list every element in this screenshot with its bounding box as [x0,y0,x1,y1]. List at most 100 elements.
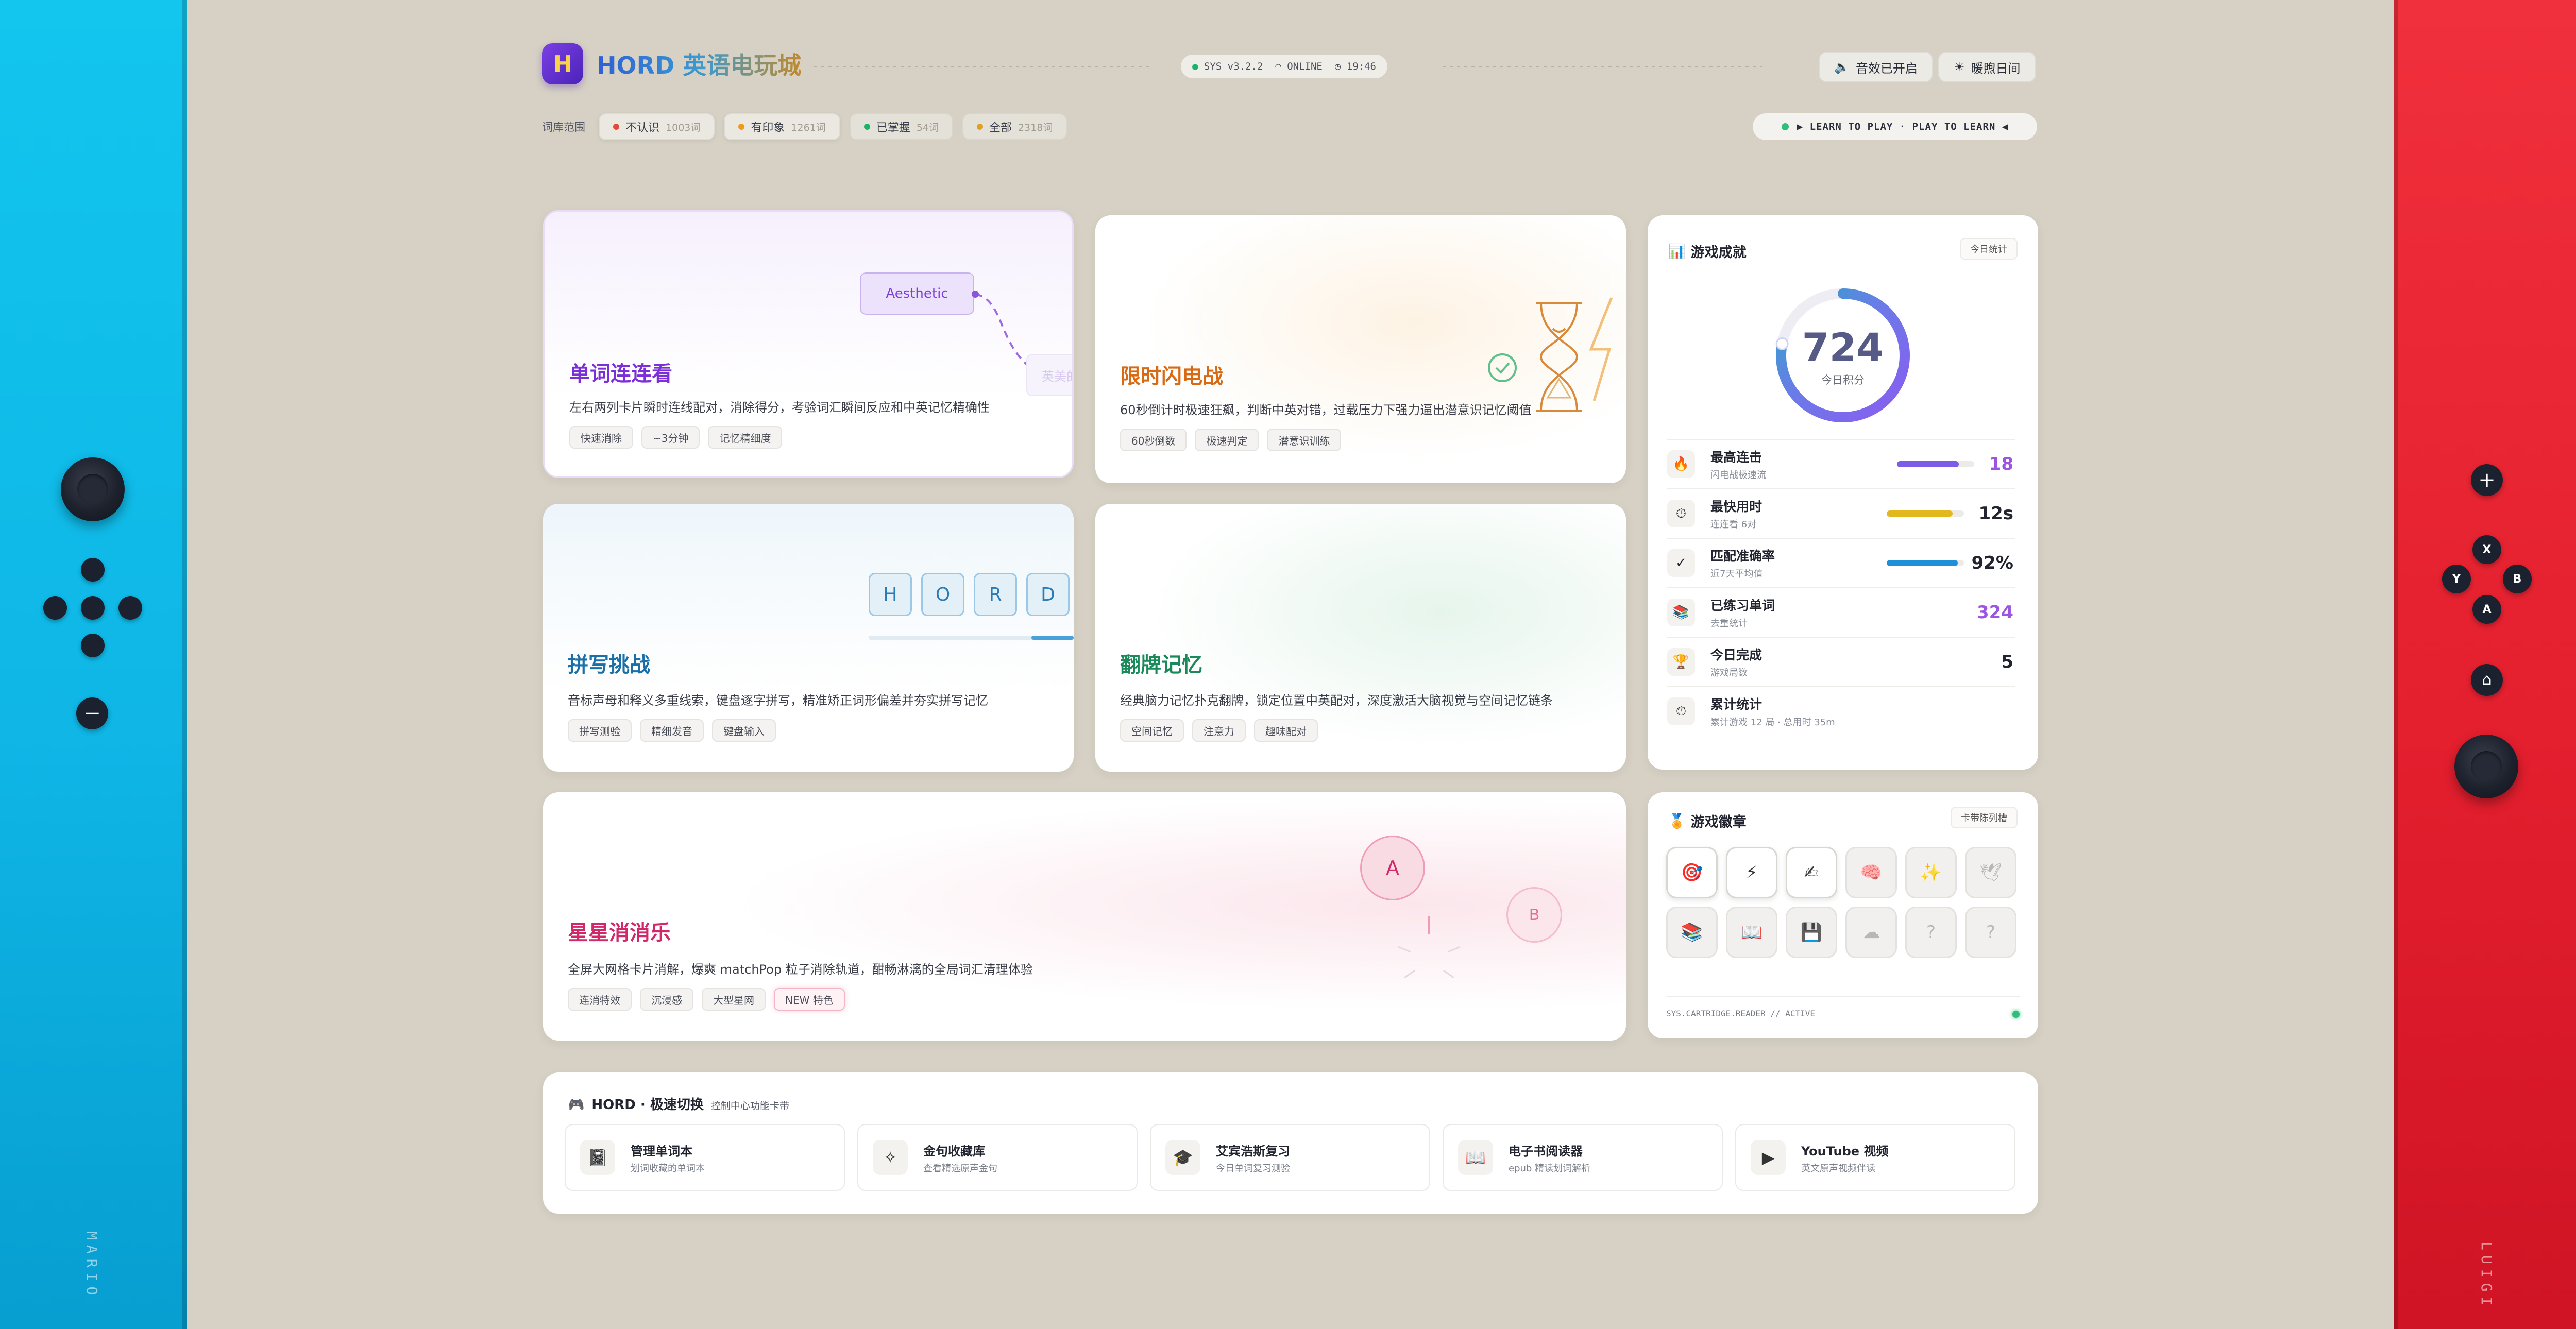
dpad-center-button[interactable] [81,596,105,620]
game-title: 单词连连看 [569,362,672,386]
y-button[interactable]: Y [2442,565,2471,593]
home-button[interactable]: ⌂ [2471,664,2503,696]
game-desc: 左右两列卡片瞬时连线配对，消除得分，考验词汇瞬间反应和中英记忆精确性 [569,400,990,415]
quick-item-sub: 英文原声视频伴读 [1801,1163,1875,1174]
filter-chip-mastered[interactable]: 已掌握 54词 [849,113,953,140]
game-tag: 潜意识训练 [1267,429,1342,451]
quick-item-ebook-reader[interactable]: 📖 电子书阅读器 epub 精读划词解析 [1443,1124,1723,1191]
stat-title: 匹配准确率 [1710,549,1775,564]
books-icon: 📚 [1667,599,1695,626]
quick-item-sub: 查看精选原声金句 [923,1163,997,1174]
speaker-icon: 🔈 [1834,60,1850,74]
badge-disk-icon[interactable]: 💾 [1786,907,1837,958]
filter-chip-unknown[interactable]: 不认识 1003词 [599,113,715,140]
badge-target-icon[interactable]: 🎯 [1666,847,1718,898]
stat-title: 今日完成 [1710,648,1762,662]
network-status: ONLINE [1287,61,1323,72]
badge-dove-icon[interactable]: 🕊 [1965,847,2016,898]
stat-bar [1897,461,1974,467]
badge-writing-icon[interactable]: ✍ [1786,847,1837,898]
left-analog-stick[interactable] [61,457,125,521]
badge-lightning-icon[interactable]: ⚡ [1726,847,1777,898]
filter-chip-familiar[interactable]: 有印象 1261词 [724,113,840,140]
badge-locked-icon[interactable]: ? [1905,907,1957,958]
game-tag: 极速判定 [1195,429,1259,451]
sound-toggle-button[interactable]: 🔈 音效已开启 [1819,52,1933,82]
stat-row-max-combo: 🔥 最高连击 闪电战极速流 18 [1667,439,2015,488]
quick-item-ebbinghaus[interactable]: 🎓 艾宾浩斯复习 今日单词复习测验 [1150,1124,1430,1191]
stat-row-cumulative: ⏱ 累计统计 累计游戏 12 局 · 总用时 35m [1667,686,2015,736]
status-dot [2012,1011,2020,1018]
brand[interactable]: H HORD 英语电玩城 [542,43,801,84]
quick-item-wordbook[interactable]: 📓 管理单词本 划词收藏的单词本 [565,1124,845,1191]
right-analog-stick[interactable] [2454,735,2518,798]
achievements-panel: 📊 游戏成就 今日统计 724 今日积分 🔥 最高连击 闪电战极速流 18 ⏱ 最快… [1648,215,2038,770]
badge-sparkle-icon[interactable]: ✨ [1905,847,1957,898]
status-dot [738,124,745,130]
game-title: 星星消消乐 [568,921,671,945]
badge-cloud-icon[interactable]: ☁ [1845,907,1897,958]
stat-title: 最高连击 [1710,450,1762,465]
badge-book-icon[interactable]: 📖 [1726,907,1777,958]
header-divider-left [814,66,1149,67]
filter-chip-all[interactable]: 全部 2318词 [962,113,1067,140]
stat-value: 324 [1977,602,2013,623]
status-dot [1781,123,1789,130]
letter-tile: R [974,573,1017,616]
stat-bar [1887,560,1964,566]
badge-brain-icon[interactable]: 🧠 [1845,847,1897,898]
quick-switch-title: 🎮 HORD · 极速切换 控制中心功能卡带 [568,1094,789,1113]
game-tag: 记忆精细度 [708,426,783,449]
app-title: HORD 英语电玩城 [597,47,801,81]
game-tag: 沉浸感 [640,988,693,1011]
cartridge-shelf-button[interactable]: 卡带陈列槽 [1951,807,2018,828]
dpad-right-button[interactable] [118,596,142,620]
minus-button[interactable]: − [76,697,108,729]
today-stats-button[interactable]: 今日统计 [1960,238,2018,260]
left-joycon: − MARIO [0,0,187,1329]
stat-row-accuracy: ✓ 匹配准确率 近7天平均值 92% [1667,538,2015,587]
dpad-left-button[interactable] [43,596,67,620]
badge-locked-icon[interactable]: ? [1965,907,2016,958]
status-dot [976,124,983,130]
stat-sub: 连连看 6对 [1710,519,1757,530]
game-desc: 全屏大网格卡片消解，爆爽 matchPop 粒子消除轨道，酣畅淋漓的全局词汇清理… [568,962,1033,977]
a-button[interactable]: A [2472,595,2501,624]
quick-item-youtube[interactable]: ▶ YouTube 视频 英文原声视频伴读 [1735,1124,2015,1191]
plus-button[interactable]: + [2471,464,2503,496]
x-button[interactable]: X [2472,535,2501,564]
stat-bar [1887,510,1964,517]
b-button[interactable]: B [2503,565,2532,593]
theme-toggle-button[interactable]: ☀ 暖煦日间 [1938,52,2036,82]
score-label: 今日积分 [1821,374,1865,386]
game-desc: 经典脑力记忆扑克翻牌，锁定位置中英配对，深度激活大脑视觉与空间记忆链条 [1120,693,1553,708]
chart-icon: 📊 [1668,243,1686,260]
status-dot [863,124,870,130]
badge-books-icon[interactable]: 📚 [1666,907,1718,958]
quick-item-title: 艾宾浩斯复习 [1216,1144,1290,1158]
video-play-icon: ▶ [1751,1140,1786,1175]
game-card-word-link[interactable]: Aesthetic 英美的 单词连连看 左右两列卡片瞬时连线配对，消除得分，考验… [543,210,1074,478]
stat-value: 5 [2001,652,2013,672]
dpad-down-button[interactable] [81,634,105,657]
theme-toggle-label: 暖煦日间 [1971,61,2021,76]
letter-tile: O [921,573,964,616]
game-card-memory[interactable]: 翻牌记忆 经典脑力记忆扑克翻牌，锁定位置中英配对，深度激活大脑视觉与空间记忆链条… [1095,504,1626,772]
bubble-b: B [1506,887,1562,943]
letter-tile: D [1026,573,1070,616]
stat-row-today-completed: 🏆 今日完成 游戏局数 5 [1667,637,2015,686]
stat-sub: 累计游戏 12 局 · 总用时 35m [1710,717,1835,728]
quick-item-quotes[interactable]: ✧ 金句收藏库 查看精选原声金句 [857,1124,1138,1191]
chip-label: 全部 [989,122,1012,134]
right-joycon-label: LUIGI [2478,1241,2495,1311]
badges-panel: 🏅 游戏徽章 卡带陈列槽 🎯 ⚡ ✍ 🧠 ✨ 🕊 📚 📖 💾 ☁ ? ? SYS.… [1648,792,2038,1038]
gamepad-icon: 🎮 [568,1097,585,1113]
game-card-spelling[interactable]: H O R D 拼写挑战 音标声母和释义多重线索，键盘逐字拼写，精准矫正词形偏差… [543,504,1074,772]
left-joycon-label: MARIO [83,1231,100,1301]
quick-item-title: 金句收藏库 [923,1144,985,1158]
game-card-star-pop[interactable]: A B 星星消消乐 全屏大网格卡片消解，爆爽 matchPop 粒子消除轨道，酣… [543,792,1626,1041]
fire-icon: 🔥 [1667,450,1695,478]
dpad-up-button[interactable] [81,558,105,582]
game-card-blitz[interactable]: 限时闪电战 60秒倒计时极速狂飙，判断中英对错，过载压力下强力逼出潜意识记忆阈值… [1095,215,1626,483]
clock-time: 19:46 [1346,61,1376,72]
